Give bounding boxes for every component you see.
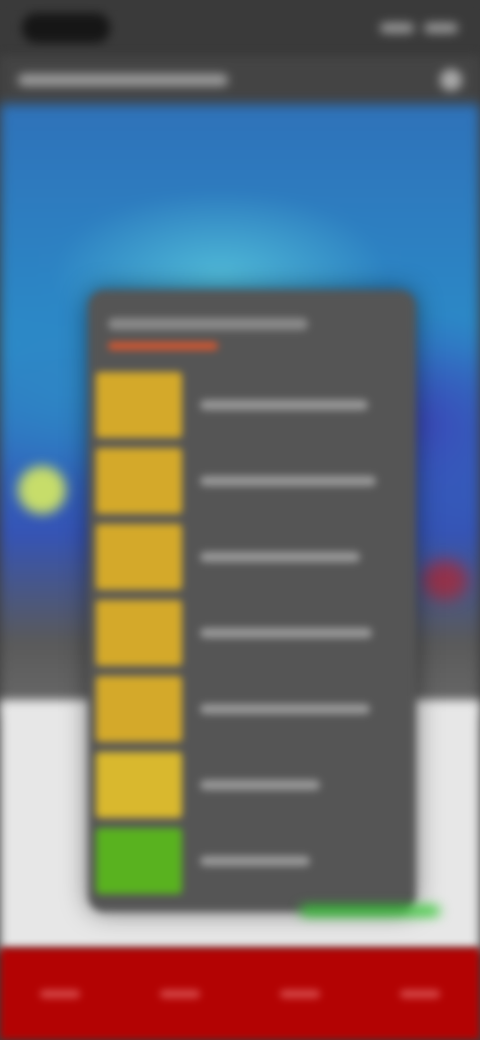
legend-label xyxy=(200,400,368,410)
nav-tab[interactable] xyxy=(400,990,440,998)
legend-swatch xyxy=(96,676,182,742)
title-bar xyxy=(0,56,480,104)
nav-tab[interactable] xyxy=(280,990,320,998)
legend-title xyxy=(108,318,308,330)
nav-tab[interactable] xyxy=(40,990,80,998)
legend-row xyxy=(96,446,408,516)
legend-label xyxy=(200,704,370,714)
legend-label xyxy=(200,856,310,866)
status-right xyxy=(380,23,458,33)
legend-panel[interactable] xyxy=(88,290,416,912)
legend-label xyxy=(200,552,360,562)
legend-row xyxy=(96,674,408,744)
nav-tab[interactable] xyxy=(160,990,200,998)
legend-swatch xyxy=(96,828,182,894)
legend-swatch xyxy=(96,448,182,514)
legend-subtitle xyxy=(108,342,218,350)
legend-row xyxy=(96,750,408,820)
legend-swatch xyxy=(96,524,182,590)
legend-row xyxy=(96,370,408,440)
legend-swatch xyxy=(96,372,182,438)
status-bar xyxy=(0,0,480,56)
map-marker-icon[interactable] xyxy=(18,466,66,514)
legend-label xyxy=(200,476,376,486)
legend-swatch xyxy=(96,752,182,818)
legend-label xyxy=(200,628,372,638)
legend-row xyxy=(96,598,408,668)
page-title xyxy=(18,74,228,86)
legend-label xyxy=(200,780,320,790)
bottom-navigation[interactable] xyxy=(0,948,480,1040)
legend-swatch xyxy=(96,600,182,666)
status-left xyxy=(22,13,110,43)
status-indicator xyxy=(380,23,414,33)
scroll-indicator xyxy=(300,906,440,916)
status-time-pill xyxy=(22,13,110,43)
more-icon[interactable] xyxy=(440,69,462,91)
legend-row xyxy=(96,826,408,896)
status-indicator xyxy=(424,23,458,33)
legend-row xyxy=(96,522,408,592)
map-highlight xyxy=(422,560,468,600)
